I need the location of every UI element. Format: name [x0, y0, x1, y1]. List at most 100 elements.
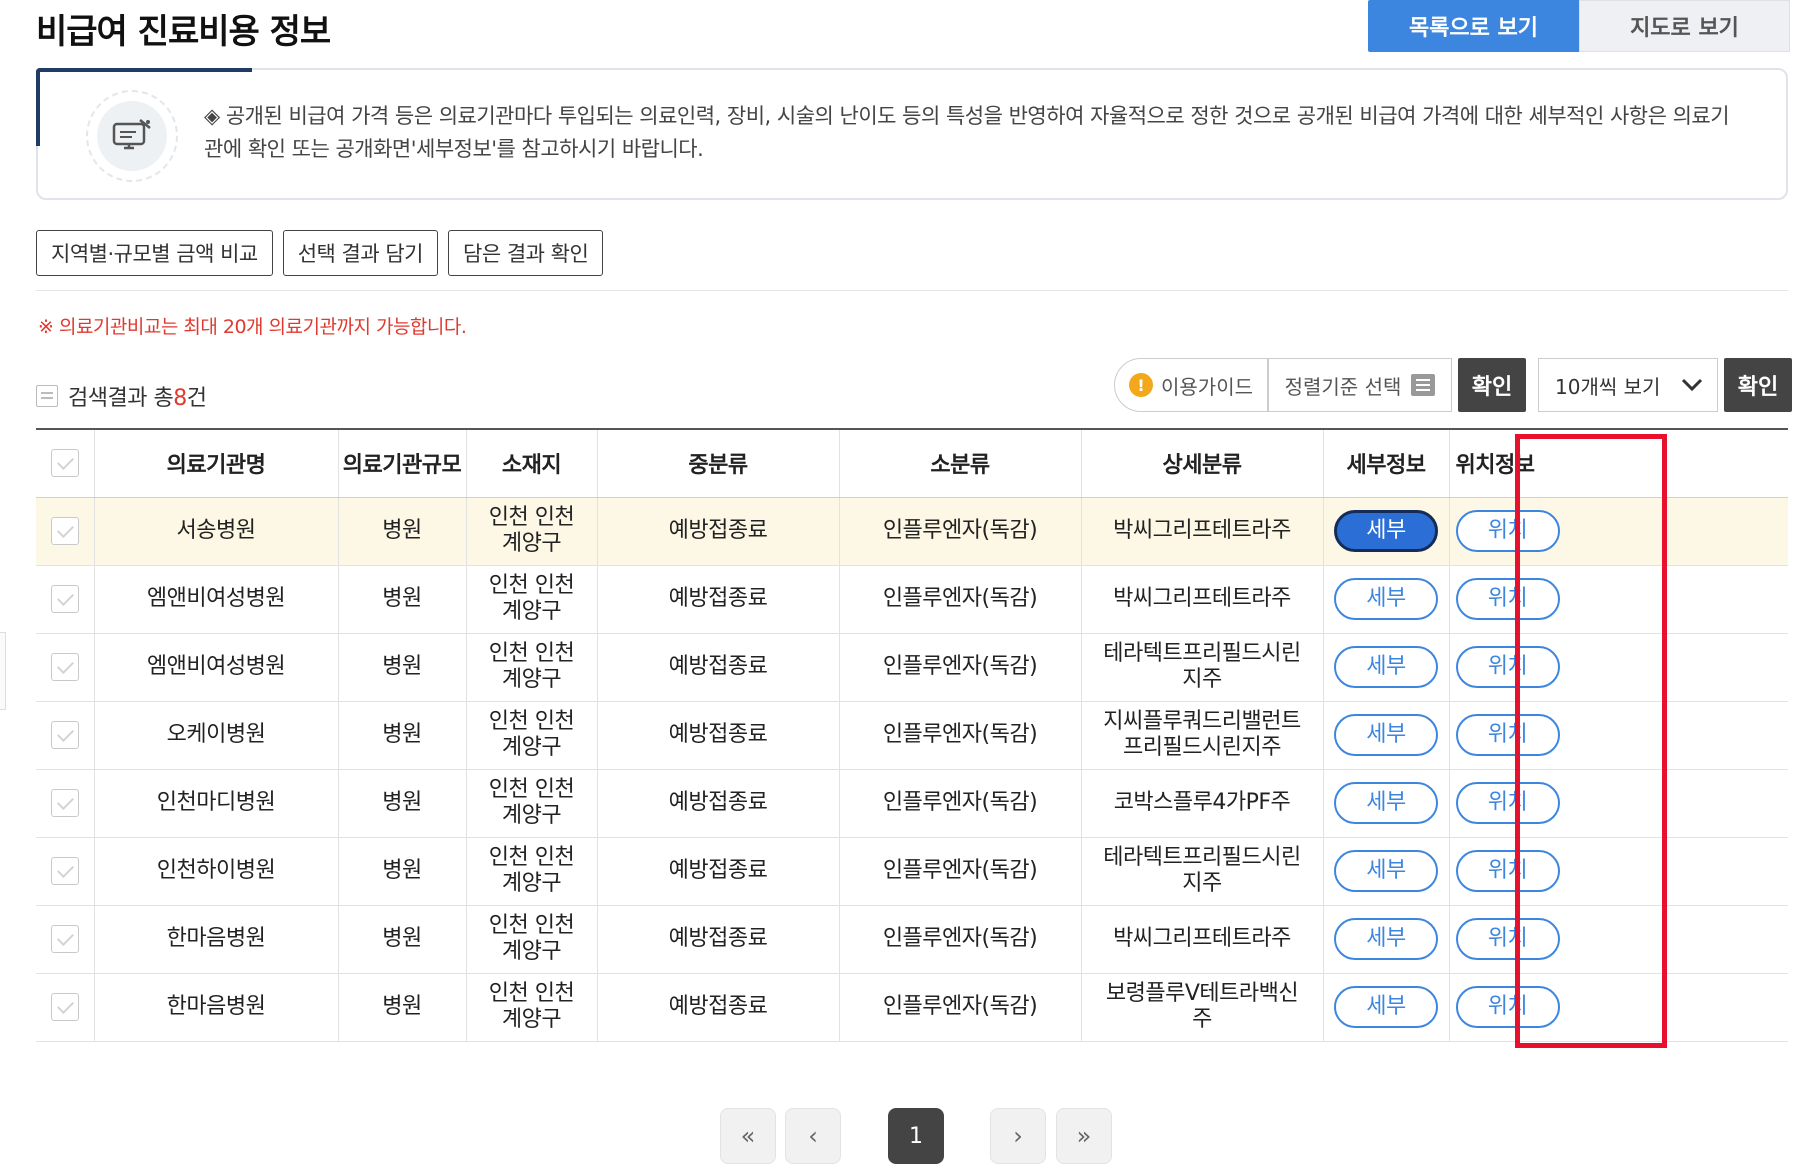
list-icon [1411, 374, 1436, 396]
tab-list-view[interactable]: 목록으로 보기 [1368, 0, 1579, 52]
row-checkbox-cell[interactable] [36, 769, 95, 838]
guide-button[interactable]: ! 이용가이드 [1114, 358, 1268, 412]
prev-page-button[interactable]: ‹ [785, 1108, 841, 1164]
view-tabs: 목록으로 보기 지도로 보기 [1368, 0, 1790, 52]
page-title: 비급여 진료비용 정보 [36, 12, 331, 52]
location-button[interactable]: 위치 [1455, 510, 1560, 552]
row-checkbox-cell[interactable] [36, 497, 95, 566]
detail-button[interactable]: 세부 [1334, 782, 1438, 824]
header-detail-category: 상세분류 [1081, 429, 1324, 498]
location-button[interactable]: 위치 [1455, 782, 1560, 824]
detail-category: 박씨그리프테트라주 [1081, 497, 1324, 566]
detail-category: 지씨플루쿼드리밸런트프리필드시린지주 [1081, 701, 1324, 770]
mid-category: 예방접종료 [597, 701, 840, 770]
hospital-name: 한마음병원 [94, 905, 339, 974]
hospital-location: 인천 인천계양구 [466, 837, 598, 906]
next-page-button[interactable]: › [990, 1108, 1046, 1164]
detail-category: 코박스플루4가PF주 [1081, 769, 1324, 838]
header-name: 의료기관명 [94, 429, 339, 498]
view-saved-button[interactable]: 담은 결과 확인 [448, 230, 604, 276]
result-prefix: 검색결과 총 [68, 386, 174, 411]
detail-cell: 세부 [1323, 905, 1450, 974]
header-checkbox-cell[interactable] [36, 429, 95, 498]
page-1-button[interactable]: 1 [888, 1108, 944, 1164]
results-table: 의료기관명 의료기관규모 소재지 중분류 소분류 상세분류 세부정보 위치정보 … [36, 428, 1788, 1042]
detail-button[interactable]: 세부 [1334, 918, 1438, 960]
notice-accent-line-vertical [36, 68, 40, 146]
hospital-location: 인천 인천계양구 [466, 769, 598, 838]
location-cell: 위치 [1449, 633, 1788, 702]
row-checkbox[interactable] [50, 993, 79, 1021]
detail-cell: 세부 [1323, 701, 1450, 770]
hospital-name: 엠앤비여성병원 [94, 633, 339, 702]
row-checkbox[interactable] [50, 789, 79, 817]
location-button[interactable]: 위치 [1455, 986, 1560, 1028]
sort-label: 정렬기준 선택 [1284, 374, 1402, 399]
location-cell: 위치 [1449, 973, 1788, 1042]
monitor-icon [86, 90, 178, 182]
sub-category: 인플루엔자(독감) [839, 973, 1082, 1042]
row-checkbox[interactable] [50, 721, 79, 749]
select-all-checkbox[interactable] [50, 449, 79, 478]
location-button[interactable]: 위치 [1455, 646, 1560, 688]
row-checkbox[interactable] [50, 925, 79, 953]
sort-select[interactable]: 정렬기준 선택 [1268, 358, 1452, 412]
row-checkbox-cell[interactable] [36, 905, 95, 974]
header-sub-category: 소분류 [839, 429, 1082, 498]
per-page-confirm-button[interactable]: 확인 [1724, 358, 1792, 412]
detail-button[interactable]: 세부 [1334, 646, 1438, 688]
sort-confirm-button[interactable]: 확인 [1458, 358, 1526, 412]
hospital-location: 인천 인천계양구 [466, 973, 598, 1042]
sub-category: 인플루엔자(독감) [839, 497, 1082, 566]
action-buttons: 지역별·규모별 금액 비교 선택 결과 담기 담은 결과 확인 [36, 230, 604, 276]
per-page-select[interactable]: 10개씩 보기 [1538, 358, 1718, 412]
result-count-number: 8 [173, 386, 187, 411]
result-count: 검색결과 총8건 [36, 380, 207, 412]
save-selection-button[interactable]: 선택 결과 담기 [282, 230, 439, 276]
tab-map-view[interactable]: 지도로 보기 [1579, 0, 1790, 52]
detail-cell: 세부 [1323, 497, 1450, 566]
row-checkbox[interactable] [50, 653, 79, 681]
row-checkbox-cell[interactable] [36, 973, 95, 1042]
row-checkbox[interactable] [50, 585, 79, 613]
detail-button[interactable]: 세부 [1334, 510, 1438, 552]
hospital-size: 병원 [338, 905, 467, 974]
row-checkbox[interactable] [50, 857, 79, 885]
detail-cell: 세부 [1323, 565, 1450, 634]
detail-cell: 세부 [1323, 837, 1450, 906]
row-checkbox-cell[interactable] [36, 565, 95, 634]
mid-category: 예방접종료 [597, 837, 840, 906]
first-page-button[interactable]: « [720, 1108, 776, 1164]
location-button[interactable]: 위치 [1455, 850, 1560, 892]
detail-button[interactable]: 세부 [1334, 578, 1438, 620]
sub-category: 인플루엔자(독감) [839, 837, 1082, 906]
row-checkbox-cell[interactable] [36, 837, 95, 906]
detail-button[interactable]: 세부 [1334, 986, 1438, 1028]
guide-label: 이용가이드 [1161, 374, 1253, 399]
table-row: 한마음병원 병원 인천 인천계양구 예방접종료 인플루엔자(독감) 박씨그리프테트라주 세부… [36, 905, 1788, 974]
header-location-info: 위치정보 [1449, 429, 1788, 498]
detail-category: 박씨그리프테트라주 [1081, 905, 1324, 974]
side-handle[interactable] [0, 632, 6, 710]
row-checkbox[interactable] [50, 517, 79, 545]
location-button[interactable]: 위치 [1455, 714, 1560, 756]
last-page-button[interactable]: » [1056, 1108, 1112, 1164]
row-checkbox-cell[interactable] [36, 701, 95, 770]
table-row: 인천마디병원 병원 인천 인천계양구 예방접종료 인플루엔자(독감) 코박스플루4가PF주… [36, 769, 1788, 838]
sub-category: 인플루엔자(독감) [839, 565, 1082, 634]
detail-cell: 세부 [1323, 769, 1450, 838]
notice-accent-line [36, 68, 252, 72]
location-button[interactable]: 위치 [1455, 578, 1560, 620]
row-checkbox-cell[interactable] [36, 633, 95, 702]
location-cell: 위치 [1449, 905, 1788, 974]
compare-region-size-button[interactable]: 지역별·규모별 금액 비교 [36, 230, 273, 276]
location-cell: 위치 [1449, 701, 1788, 770]
detail-button[interactable]: 세부 [1334, 850, 1438, 892]
header-mid-category: 중분류 [597, 429, 840, 498]
detail-button[interactable]: 세부 [1334, 714, 1438, 756]
hospital-name: 한마음병원 [94, 973, 339, 1042]
sub-category: 인플루엔자(독감) [839, 701, 1082, 770]
location-button[interactable]: 위치 [1455, 918, 1560, 960]
hospital-name: 서송병원 [94, 497, 339, 566]
detail-category: 테라텍트프리필드시린지주 [1081, 633, 1324, 702]
